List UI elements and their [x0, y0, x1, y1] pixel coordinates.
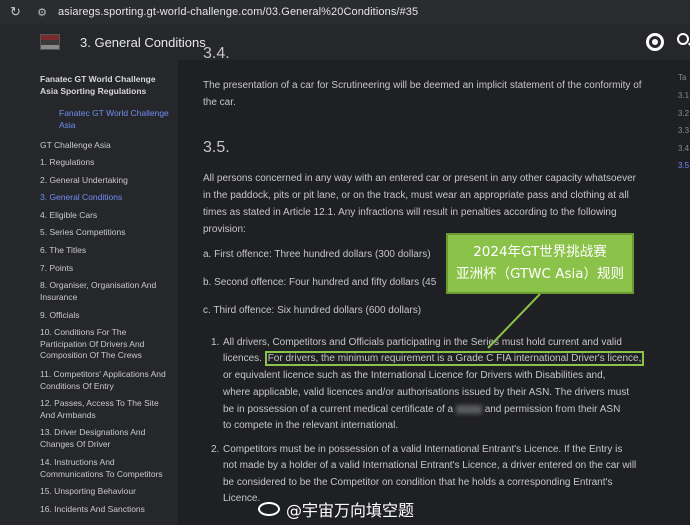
- browser-address-bar[interactable]: ↻ ⚙ asiaregs.sporting.gt-world-challenge…: [0, 0, 690, 24]
- paragraph-3-5: All persons concerned in any way with an…: [203, 173, 637, 235]
- sidebar-item-applications[interactable]: 11. Competitors' Applications And Condit…: [40, 369, 175, 392]
- section-heading-3-4: 3.4.: [203, 45, 230, 62]
- toc-title: Ta: [678, 73, 687, 82]
- sidebar-item-passes[interactable]: 12. Passes, Access To The Site And Armba…: [40, 398, 175, 421]
- list-item-1-line5a: be in possession of a current medical ce…: [223, 404, 454, 415]
- annotation-callout: 2024年GT世界挑战赛 亚洲杯（GTWC Asia）规则: [446, 233, 634, 294]
- list-item-1-line1: All drivers, Competitors and Officials p…: [223, 337, 622, 348]
- list-item-2-line3: be considered to be the Competitor on co…: [223, 477, 613, 488]
- sidebar-item-regulations[interactable]: 1. Regulations: [40, 157, 175, 169]
- sidebar-item-series-competitions[interactable]: 5. Series Competitions: [40, 227, 175, 239]
- section-heading-3-5: 3.5.: [203, 139, 230, 156]
- weibo-icon: [258, 502, 280, 516]
- list-item-2-line2: not made by a holder of a valid Internat…: [223, 460, 637, 471]
- url-text[interactable]: asiaregs.sporting.gt-world-challenge.com…: [58, 6, 418, 18]
- book-logo[interactable]: [40, 34, 60, 50]
- offence-c: c. Third offence: Six hundred dollars (6…: [203, 305, 422, 316]
- list-item-2-number: 2.: [211, 444, 220, 455]
- toc-item-3-3[interactable]: 3.3: [678, 126, 689, 135]
- sidebar-item-points[interactable]: 7. Points: [40, 263, 175, 275]
- annotation-line-1: 2024年GT世界挑战赛: [473, 244, 607, 260]
- sidebar-item-incidents[interactable]: 16. Incidents And Sanctions: [40, 504, 175, 516]
- list-item-1-prefix: licences.: [223, 353, 262, 364]
- toc-item-3-4[interactable]: 3.4: [678, 144, 689, 153]
- highlighted-licence-requirement: For drivers, the minimum requirement is …: [264, 351, 645, 366]
- page-header: 3. General Conditions: [0, 24, 690, 60]
- sidebar-item-eligible-cars[interactable]: 4. Eligible Cars: [40, 210, 175, 222]
- paragraph-scrutineering: The presentation of a car for Scrutineer…: [203, 80, 642, 108]
- sidebar-item-driver-designations[interactable]: 13. Driver Designations And Changes Of D…: [40, 427, 175, 450]
- list-item-1-line4: where applicable, valid licences and/or …: [223, 387, 630, 398]
- reload-icon[interactable]: ↻: [10, 4, 24, 20]
- toc-item-3-1[interactable]: 3.1: [678, 91, 689, 100]
- sidebar-book-link[interactable]: Fanatec GT World Challenge Asia: [59, 107, 178, 131]
- sidebar-item-titles[interactable]: 6. The Titles: [40, 245, 175, 257]
- watermark-text: @宇宙万向填空题: [286, 501, 415, 520]
- sidebar-item-officials[interactable]: 9. Officials: [40, 310, 175, 322]
- theme-toggle-icon[interactable]: [646, 33, 664, 51]
- list-item-1-number: 1.: [211, 337, 220, 348]
- list-item-1-line5b: and permission from their ASN: [484, 404, 621, 415]
- site-settings-icon[interactable]: ⚙: [34, 4, 50, 20]
- page-title: 3. General Conditions: [80, 34, 206, 50]
- toc-item-3-5[interactable]: 3.5: [678, 161, 689, 170]
- sidebar: Fanatec GT World Challenge Asia Sporting…: [0, 60, 178, 525]
- sidebar-book-title[interactable]: Fanatec GT World Challenge Asia Sporting…: [40, 73, 170, 97]
- watermark: @宇宙万向填空题: [258, 497, 414, 521]
- sidebar-item-general-conditions[interactable]: 3. General Conditions: [40, 192, 175, 204]
- table-of-contents: Ta 3.1 3.2 3.3 3.4 3.5: [678, 60, 690, 525]
- sidebar-item-instructions[interactable]: 14. Instructions And Communications To C…: [40, 457, 175, 480]
- list-item-1-line5: be in possession of a current medical ce…: [223, 401, 653, 418]
- list-item-2-line1: Competitors must be in possession of a v…: [223, 444, 623, 455]
- sidebar-item-organiser[interactable]: 8. Organiser, Organisation And Insurance: [40, 280, 175, 303]
- list-item-1-line2: licences. For drivers, the minimum requi…: [223, 350, 653, 367]
- search-icon[interactable]: [677, 33, 689, 45]
- list-item-1-line3: or equivalent licence such as the Intern…: [223, 370, 606, 381]
- toc-item-3-2[interactable]: 3.2: [678, 109, 689, 118]
- sidebar-item-participation[interactable]: 10. Conditions For The Participation Of …: [40, 327, 175, 362]
- list-item-1-line6: to compete in the relevant international…: [223, 420, 399, 431]
- blurred-redaction: [455, 404, 482, 414]
- sidebar-item-unsporting[interactable]: 15. Unsporting Behaviour: [40, 486, 175, 498]
- sidebar-item-gt-challenge-asia[interactable]: GT Challenge Asia: [40, 140, 175, 152]
- sidebar-item-general-undertaking[interactable]: 2. General Undertaking: [40, 175, 175, 187]
- annotation-line-2: 亚洲杯（GTWC Asia）规则: [455, 266, 625, 282]
